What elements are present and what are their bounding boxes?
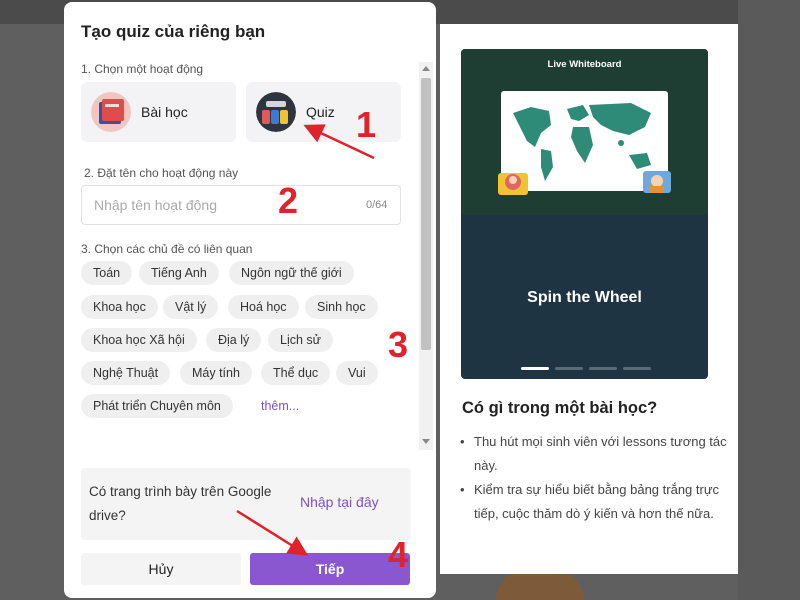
- lesson-icon: [91, 92, 131, 132]
- activity-option-quiz[interactable]: Quiz: [246, 82, 401, 142]
- cancel-button[interactable]: Hủy: [81, 553, 241, 585]
- scroll-up-arrow-icon[interactable]: [422, 66, 430, 71]
- topic-chip[interactable]: Vật lý: [163, 295, 219, 319]
- carousel-dot[interactable]: [589, 367, 617, 370]
- carousel-indicators: [521, 367, 651, 371]
- topic-chip[interactable]: Khoa học Xã hội: [81, 328, 197, 352]
- feature-list: Thu hút mọi sinh viên với lessons tương …: [460, 430, 730, 526]
- topic-chip[interactable]: Thể dục: [261, 361, 331, 385]
- topic-chip[interactable]: Toán: [81, 261, 133, 285]
- carousel-dot[interactable]: [555, 367, 583, 370]
- panel-heading: Có gì trong một bài học?: [462, 399, 658, 417]
- topic-chip[interactable]: Máy tính: [180, 361, 252, 385]
- lesson-info-panel: Live Whiteboard Spin the Wheel Có gì tro…: [440, 24, 738, 574]
- activity-name-input[interactable]: [81, 185, 401, 225]
- next-button[interactable]: Tiếp: [250, 553, 410, 585]
- topic-chip[interactable]: Phát triển Chuyên môn: [81, 394, 233, 418]
- carousel-dot-active[interactable]: [521, 367, 549, 370]
- step3-label: 3. Chọn các chủ đề có liên quan: [81, 242, 253, 256]
- google-drive-import-box: Có trang trình bày trên Google drive? Nh…: [81, 468, 411, 540]
- student-avatar-icon: [498, 173, 528, 195]
- step1-label: 1. Chọn một hoạt động: [81, 62, 204, 76]
- quiz-icon: [256, 92, 296, 132]
- topic-chip[interactable]: Ngôn ngữ thế giới: [229, 261, 354, 285]
- scroll-down-arrow-icon[interactable]: [422, 439, 430, 444]
- feature-item: Kiểm tra sự hiểu biết bằng bảng trắng tr…: [460, 478, 730, 526]
- topic-chip[interactable]: Lịch sử: [268, 328, 334, 352]
- scroll-thumb[interactable]: [421, 78, 431, 350]
- modal-title: Tạo quiz của riêng bạn: [81, 22, 266, 41]
- more-topics-link[interactable]: thêm...: [261, 399, 299, 413]
- char-count: 0/64: [366, 199, 388, 211]
- annotation-number: 2: [278, 180, 299, 221]
- topic-chip[interactable]: Khoa học: [81, 295, 158, 319]
- activity-option-lesson[interactable]: Bài học: [81, 82, 236, 142]
- activity-label-lesson: Bài học: [141, 104, 188, 120]
- annotation-number: 4: [388, 534, 409, 575]
- topic-chip[interactable]: Tiếng Anh: [139, 261, 219, 285]
- topic-chip[interactable]: Hoá học: [228, 295, 299, 319]
- activity-label-quiz: Quiz: [306, 104, 335, 120]
- preview-carousel[interactable]: Live Whiteboard Spin the Wheel: [461, 49, 708, 379]
- preview-title: Spin the Wheel: [527, 289, 642, 306]
- carousel-dot[interactable]: [623, 367, 651, 370]
- topic-chip[interactable]: Sinh học: [305, 295, 378, 319]
- whiteboard-preview: Live Whiteboard: [461, 49, 708, 215]
- create-quiz-modal: Tạo quiz của riêng bạn 1. Chọn một hoạt …: [64, 2, 436, 598]
- step2-label: 2. Đặt tên cho hoạt động này: [84, 166, 239, 180]
- annotation-number: 3: [388, 324, 409, 365]
- backdrop-side: [738, 0, 800, 600]
- feature-item: Thu hút mọi sinh viên với lessons tương …: [460, 430, 730, 478]
- teacher-avatar-icon: [643, 171, 671, 193]
- topic-chip[interactable]: Địa lý: [206, 328, 262, 352]
- drive-prompt: Có trang trình bày trên Google drive?: [89, 484, 272, 523]
- annotation-number: 1: [356, 104, 377, 145]
- drive-import-link[interactable]: Nhập tại đây: [300, 494, 379, 510]
- preview-header: Live Whiteboard: [547, 59, 622, 70]
- topic-chip[interactable]: Nghệ Thuật: [81, 361, 171, 385]
- topic-chip[interactable]: Vui: [336, 361, 378, 385]
